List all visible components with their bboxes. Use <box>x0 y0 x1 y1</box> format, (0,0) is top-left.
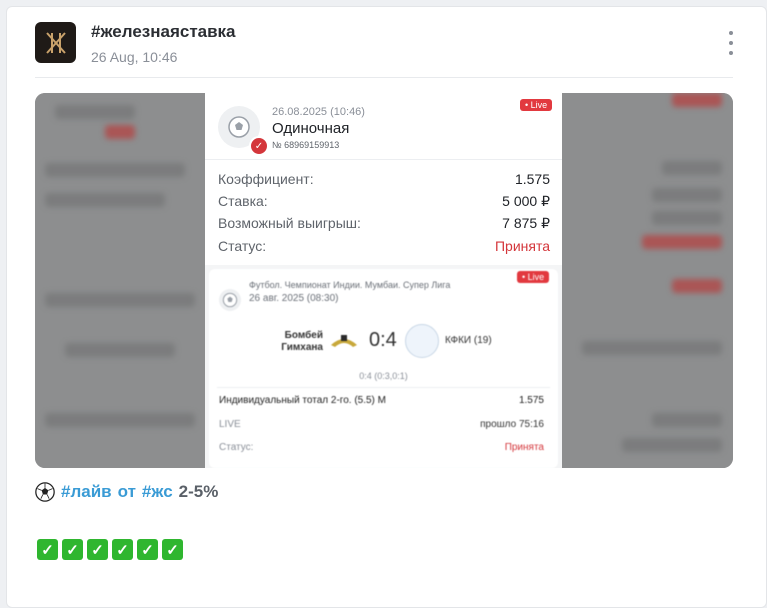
event-status-value: Принята <box>504 442 544 453</box>
soccer-ball-icon <box>35 482 55 502</box>
status-row: Статус: Принята <box>218 238 550 254</box>
stake-value: 5 000 ₽ <box>502 193 550 209</box>
event-status-row: Статус: Принята <box>219 442 544 453</box>
coefficient-label: Коэффициент: <box>218 171 314 187</box>
channel-logo-icon <box>45 31 66 54</box>
hashtag-zhs[interactable]: #жс <box>142 482 173 502</box>
post-date: 26 Aug, 10:46 <box>91 49 178 65</box>
halves-score: 0:4 (0:3,0:1) <box>359 371 408 381</box>
event-card: Футбол. Чемпионат Индии. Мумбаи. Супер Л… <box>209 269 558 468</box>
check-mark-icon: ✓ <box>62 539 83 560</box>
summary-divider <box>205 159 562 160</box>
event-football-icon <box>219 289 241 311</box>
bet-datetime: 26.08.2025 (10:46) <box>272 106 365 118</box>
possible-win-value: 7 875 ₽ <box>502 215 550 231</box>
event-status-label: Статус: <box>219 442 254 453</box>
live-badge: • Live <box>520 99 553 111</box>
market-name: Индивидуальный тотал 2-го. (5.5) М <box>219 395 386 406</box>
event-section: Футбол. Чемпионат Индии. Мумбаи. Супер Л… <box>205 265 562 468</box>
check-mark-icon: ✓ <box>112 539 133 560</box>
channel-avatar[interactable] <box>35 22 76 63</box>
post-image[interactable]: ✓ 26.08.2025 (10:46) Одиночная № 6896915… <box>35 93 733 468</box>
hashtag-live[interactable]: #лайв <box>61 482 112 502</box>
live-row: LIVE прошло 75:16 <box>219 419 544 430</box>
stake-label: Ставка: <box>218 193 268 209</box>
bet-summary: ✓ 26.08.2025 (10:46) Одиночная № 6896915… <box>205 93 562 263</box>
team1-logo-icon <box>331 335 357 347</box>
team2-name: КФКИ (19) <box>445 335 492 346</box>
coefficient-row: Коэффициент: 1.575 <box>218 171 550 187</box>
result-checks: ✓ ✓ ✓ ✓ ✓ ✓ <box>37 539 183 560</box>
event-divider <box>217 387 550 388</box>
live-label: LIVE <box>219 419 241 430</box>
check-mark-icon: ✓ <box>37 539 58 560</box>
coefficient-value: 1.575 <box>514 171 550 187</box>
elapsed-time: прошло 75:16 <box>480 419 544 430</box>
possible-win-row: Возможный выигрыш: 7 875 ₽ <box>218 215 550 232</box>
bet-slip: ✓ 26.08.2025 (10:46) Одиночная № 6896915… <box>205 93 562 468</box>
post-card: #железнаяставка 26 Aug, 10:46 ✓ 26.08.20… <box>6 6 767 608</box>
blurred-left-side <box>35 93 205 468</box>
match-score: 0:4 <box>369 329 397 351</box>
more-options-icon[interactable] <box>725 31 737 55</box>
team1-name: Бомбей Гимхана <box>281 330 323 353</box>
post-caption: #лайв от #жс 2-5% <box>35 482 218 502</box>
caption-from: от <box>117 482 136 501</box>
header-divider <box>35 77 733 78</box>
check-mark-icon: ✓ <box>162 539 183 560</box>
check-mark-icon: ✓ <box>87 539 108 560</box>
blurred-right-side <box>562 93 733 468</box>
accepted-check-icon: ✓ <box>249 136 269 156</box>
event-date: 26 авг. 2025 (08:30) <box>249 293 339 304</box>
market-row: Индивидуальный тотал 2-го. (5.5) М 1.575 <box>219 395 544 406</box>
status-value: Принята <box>494 238 550 254</box>
stake-range: 2-5% <box>178 482 219 501</box>
possible-win-label: Возможный выигрыш: <box>218 215 361 231</box>
market-odds: 1.575 <box>518 395 544 406</box>
bet-type: Одиночная <box>272 120 350 137</box>
check-mark-icon: ✓ <box>137 539 158 560</box>
event-league: Футбол. Чемпионат Индии. Мумбаи. Супер Л… <box>249 280 451 290</box>
team2-logo-icon <box>405 324 439 358</box>
status-label: Статус: <box>218 238 267 254</box>
stake-row: Ставка: 5 000 ₽ <box>218 193 550 210</box>
bet-number: № 68969159913 <box>272 140 340 150</box>
event-live-badge: • Live <box>517 271 550 283</box>
channel-name[interactable]: #железнаяставка <box>91 22 236 42</box>
